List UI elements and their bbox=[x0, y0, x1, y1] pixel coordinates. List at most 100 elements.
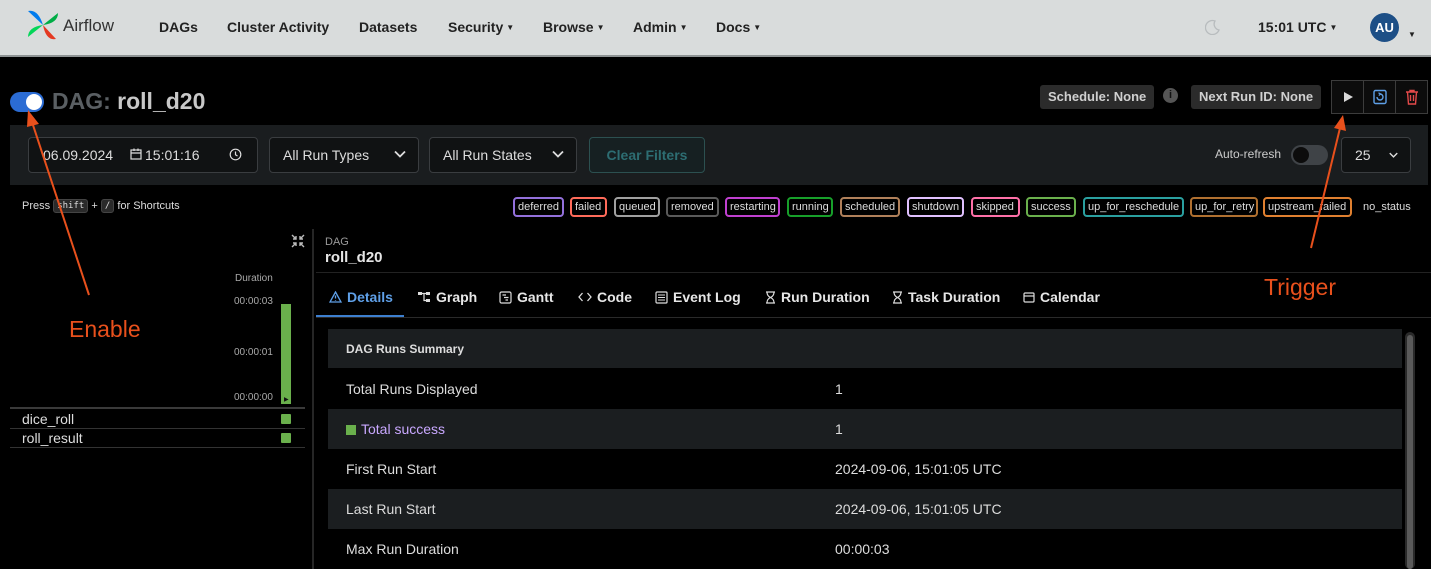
legend-queued[interactable]: queued bbox=[614, 197, 660, 217]
legend-no-status[interactable]: no_status bbox=[1358, 197, 1412, 217]
legend-deferred[interactable]: deferred bbox=[513, 197, 564, 217]
legend-failed[interactable]: failed bbox=[570, 197, 607, 217]
duration-tick-min: 00:00:00 bbox=[234, 392, 273, 403]
trigger-annotation: Trigger bbox=[1264, 274, 1336, 300]
task-name-dice-roll[interactable]: dice_roll bbox=[22, 411, 74, 427]
breadcrumb-dag-name[interactable]: roll_d20 bbox=[325, 249, 383, 266]
page-size-select[interactable]: 25 bbox=[1341, 137, 1411, 173]
collapse-grid-icon[interactable] bbox=[290, 233, 306, 249]
date-value: 06.09.2024 bbox=[43, 147, 114, 163]
breadcrumb-label: DAG bbox=[325, 236, 349, 248]
tab-graph[interactable]: Graph bbox=[417, 289, 477, 305]
legend-shutdown[interactable]: shutdown bbox=[907, 197, 964, 217]
run-type-select[interactable]: All Run Types bbox=[269, 137, 419, 173]
legend-upstream-failed[interactable]: upstream_failed bbox=[1263, 197, 1352, 217]
tab-details[interactable]: Details bbox=[329, 289, 393, 305]
base-date-input[interactable]: 06.09.2024 15:01:16 bbox=[28, 137, 258, 173]
legend-up-for-reschedule[interactable]: up_for_reschedule bbox=[1083, 197, 1184, 217]
calendar-icon bbox=[1023, 292, 1035, 303]
delete-dag-button[interactable] bbox=[1395, 80, 1428, 114]
warning-triangle-icon bbox=[329, 291, 342, 303]
tab-run-duration[interactable]: Run Duration bbox=[765, 289, 870, 305]
clear-filters-button[interactable]: Clear Filters bbox=[589, 137, 705, 173]
hourglass-icon bbox=[766, 290, 775, 304]
caret-down-icon: ▼ bbox=[679, 23, 688, 32]
duration-label: Duration bbox=[235, 273, 273, 284]
table-row: First Run Start 2024-09-06, 15:01:05 UTC bbox=[346, 461, 1002, 477]
legend-up-for-retry[interactable]: up_for_retry bbox=[1190, 197, 1258, 217]
moon-icon[interactable] bbox=[1205, 19, 1221, 35]
run-duration-bar[interactable] bbox=[281, 304, 291, 404]
next-run-badge: Next Run ID: None bbox=[1191, 85, 1322, 109]
auto-refresh-label: Auto-refresh bbox=[1215, 147, 1282, 161]
airflow-logo-icon[interactable] bbox=[24, 7, 62, 43]
table-row: Total Runs Displayed 1 bbox=[346, 381, 843, 397]
trigger-dag-button[interactable] bbox=[1331, 80, 1364, 114]
legend-scheduled[interactable]: scheduled bbox=[840, 197, 900, 217]
caret-down-icon: ▼ bbox=[1329, 23, 1338, 32]
panel-resize-handle[interactable] bbox=[312, 229, 314, 569]
task-name-roll-result[interactable]: roll_result bbox=[22, 430, 83, 446]
run-state-select[interactable]: All Run States bbox=[429, 137, 577, 173]
filter-bar: 06.09.2024 15:01:16 All Run Types All Ru… bbox=[10, 125, 1428, 185]
chevron-down-icon bbox=[394, 150, 406, 158]
legend-running[interactable]: running bbox=[787, 197, 833, 217]
auto-refresh-toggle[interactable] bbox=[1291, 145, 1328, 165]
nav-docs[interactable]: Docs ▼ bbox=[716, 19, 761, 35]
nav-dags[interactable]: DAGs bbox=[159, 19, 198, 35]
nav-security[interactable]: Security ▼ bbox=[448, 19, 514, 35]
task-instance-cell[interactable] bbox=[281, 433, 291, 443]
caret-down-icon: ▼ bbox=[506, 23, 515, 32]
toggle-knob bbox=[1293, 147, 1309, 163]
table-row: Last Run Start 2024-09-06, 15:01:05 UTC bbox=[328, 489, 1402, 529]
scrollbar-thumb[interactable] bbox=[1407, 335, 1413, 569]
nav-browse[interactable]: Browse ▼ bbox=[543, 19, 605, 35]
time-value: 15:01:16 bbox=[145, 147, 200, 163]
caret-down-icon: ▼ bbox=[753, 23, 762, 32]
navbar: Airflow DAGs Cluster Activity Datasets S… bbox=[0, 0, 1431, 57]
nav-datasets[interactable]: Datasets bbox=[359, 19, 417, 35]
total-success-link[interactable]: Total success bbox=[361, 421, 445, 437]
event-log-icon bbox=[655, 290, 668, 304]
caret-down-icon: ▼ bbox=[596, 23, 605, 32]
table-row: Total success 1 bbox=[328, 409, 1402, 449]
tab-divider bbox=[316, 317, 1431, 318]
header-divider bbox=[316, 272, 1431, 273]
tab-event-log[interactable]: Event Log bbox=[655, 289, 741, 305]
task-instance-cell[interactable] bbox=[281, 414, 291, 424]
run-type-marker-icon: ▶ bbox=[284, 397, 289, 403]
tab-task-duration[interactable]: Task Duration bbox=[892, 289, 1000, 305]
play-icon bbox=[1343, 92, 1353, 102]
user-avatar[interactable]: AU bbox=[1370, 13, 1399, 42]
table-row: Max Run Duration 00:00:03 bbox=[346, 541, 890, 557]
duration-tick-mid: 00:00:01 bbox=[234, 347, 273, 358]
clock-dropdown[interactable]: 15:01 UTC ▼ bbox=[1258, 19, 1337, 35]
graph-icon bbox=[418, 292, 430, 302]
dag-enable-toggle[interactable] bbox=[10, 92, 44, 112]
legend-removed[interactable]: removed bbox=[666, 197, 719, 217]
code-icon bbox=[578, 292, 592, 302]
table-header: DAG Runs Summary bbox=[328, 329, 1402, 368]
caret-down-icon[interactable]: ▼ bbox=[1408, 30, 1416, 39]
tab-code[interactable]: Code bbox=[578, 289, 632, 305]
info-icon[interactable]: i bbox=[1163, 88, 1178, 103]
shortcut-hint: Press shift + / for Shortcuts bbox=[22, 199, 180, 213]
reparse-dag-button[interactable] bbox=[1363, 80, 1396, 114]
tab-gantt[interactable]: Gantt bbox=[499, 289, 554, 305]
nav-cluster-activity[interactable]: Cluster Activity bbox=[227, 19, 329, 35]
legend-skipped[interactable]: skipped bbox=[971, 197, 1020, 217]
duration-tick-max: 00:00:03 bbox=[234, 296, 273, 307]
nav-admin[interactable]: Admin ▼ bbox=[633, 19, 687, 35]
legend-success[interactable]: success bbox=[1026, 197, 1076, 217]
shift-key: shift bbox=[53, 199, 89, 213]
tab-calendar[interactable]: Calendar bbox=[1023, 289, 1100, 305]
row-divider bbox=[10, 428, 305, 429]
success-color-swatch bbox=[346, 425, 356, 435]
hourglass-icon bbox=[893, 290, 902, 304]
brand-name[interactable]: Airflow bbox=[63, 16, 114, 36]
legend-restarting[interactable]: restarting bbox=[725, 197, 780, 217]
calendar-icon[interactable] bbox=[130, 148, 142, 160]
clock-icon[interactable] bbox=[229, 148, 242, 161]
row-divider bbox=[10, 447, 305, 448]
reparse-icon bbox=[1372, 89, 1387, 105]
